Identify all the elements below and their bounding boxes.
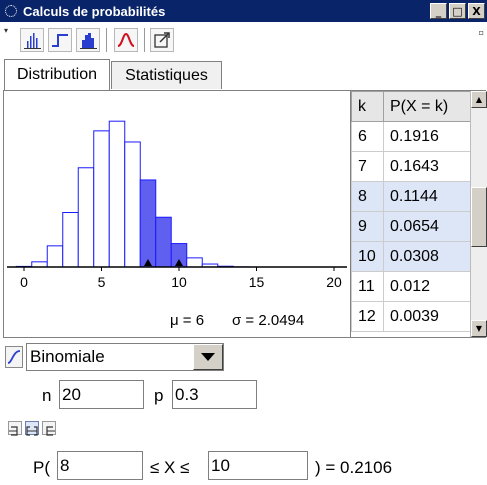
bar-k-4 (77, 167, 95, 268)
step-graph-icon (52, 34, 68, 47)
normal-overlay-icon (117, 32, 135, 47)
n-label: n (42, 386, 52, 405)
cell-k: 12 (351, 301, 384, 332)
table-row[interactable]: 6 0.1916 (351, 121, 470, 152)
bar-graph-icon (24, 33, 41, 49)
bar-k-8 (139, 179, 157, 268)
right-sided-mode-icon (46, 426, 55, 436)
parameter-panel: Binomiale n 20 p 0.3 P( 8 ≤ X ≤ 10 ) = 0… (0, 338, 487, 485)
x-tick-label: 10 (171, 274, 187, 290)
column-header-k: k (351, 91, 384, 122)
cell-k: 11 (351, 271, 384, 302)
histogram-icon (80, 33, 97, 49)
bar-k-2 (46, 245, 64, 268)
distribution-chart[interactable]: 0 5 10 15 20 μ = 6 σ = 2.0494 (4, 91, 349, 337)
cell-probability: 0.0039 (383, 301, 470, 332)
std-dev-label: σ = 2.0494 (232, 312, 304, 329)
probability-table-container: k P(X = k) 6 0.1916 7 0.1643 8 0.1144 9 0.0654 1… (350, 91, 470, 337)
cell-probability: 0.0654 (383, 211, 470, 242)
table-row[interactable]: 10 0.0308 (351, 241, 470, 272)
mean-label: μ = 6 (170, 312, 204, 329)
bar-k-11 (186, 257, 203, 268)
toolbar-separator (144, 28, 145, 52)
distribution-panel: 0 5 10 15 20 μ = 6 σ = 2.0494 k P(X = k) 6 0.19… (3, 90, 487, 338)
bar-k-9 (155, 216, 172, 268)
cell-probability: 0.1916 (383, 121, 470, 152)
scroll-thumb[interactable] (471, 187, 487, 247)
cumulative-curve-icon (7, 350, 21, 364)
histogram-button[interactable] (76, 28, 100, 52)
export-icon (154, 32, 170, 48)
bar-k-6 (108, 120, 126, 268)
cell-probability: 0.012 (383, 271, 470, 302)
cell-k: 9 (351, 211, 384, 242)
p-label: p (154, 386, 164, 405)
app-icon (5, 5, 17, 17)
step-graph-button[interactable] (48, 28, 72, 52)
cell-probability: 0.1643 (383, 151, 470, 182)
cell-k: 7 (351, 151, 384, 182)
window-buttons: _ □ X (430, 3, 485, 19)
scroll-down-icon[interactable]: ▼ (471, 320, 487, 337)
upper-bound-input[interactable]: 10 (208, 451, 308, 480)
inequality-label: ≤ X ≤ (150, 458, 190, 477)
x-tick-label: 20 (326, 274, 342, 290)
toolbar-menu-icon[interactable]: ▾ (4, 26, 8, 35)
export-button[interactable] (150, 28, 174, 52)
table-row[interactable]: 12 0.0039 (351, 301, 470, 332)
maximize-button[interactable]: □ (449, 3, 466, 19)
x-tick-label: 15 (249, 274, 265, 290)
probability-prefix: P( (33, 458, 50, 477)
interval-mode-icon (26, 426, 38, 436)
scroll-up-icon[interactable]: ▲ (471, 91, 487, 108)
chevron-down-icon (201, 352, 215, 361)
bar-k-7 (124, 141, 141, 268)
table-scrollbar[interactable]: ▲ ▼ (470, 91, 487, 337)
cell-k: 10 (351, 241, 384, 272)
close-button[interactable]: X (468, 3, 485, 19)
dropdown-button[interactable] (193, 344, 223, 370)
distribution-select-value: Binomiale (30, 347, 105, 366)
tab-statistiques[interactable]: Statistiques (111, 61, 222, 89)
x-tick-label: 0 (20, 274, 28, 290)
tab-bar: Distribution Statistiques (0, 56, 487, 90)
toolbar: ▾ ▫ (0, 22, 487, 56)
window-title: Calculs de probabilités (23, 3, 166, 19)
bar-k-3 (62, 212, 79, 268)
cell-probability: 0.0308 (383, 241, 470, 272)
normal-overlay-button[interactable] (114, 28, 138, 52)
title-bar: Calculs de probabilités _ □ X (0, 0, 487, 22)
right-sided-button[interactable] (42, 421, 56, 436)
table-row[interactable]: 7 0.1643 (351, 151, 470, 182)
left-sided-mode-icon (9, 426, 18, 436)
x-tick-label: 5 (98, 274, 106, 290)
toolbar-separator (106, 28, 107, 52)
distribution-select[interactable]: Binomiale (26, 343, 224, 371)
bar-graph-button[interactable] (20, 28, 44, 52)
interval-button[interactable] (25, 421, 39, 436)
cell-k: 6 (351, 121, 384, 152)
left-sided-button[interactable] (8, 421, 22, 436)
undock-icon[interactable]: ▫ (479, 28, 484, 37)
p-input[interactable]: 0.3 (172, 380, 257, 409)
table-row[interactable]: 8 0.1144 (351, 181, 470, 212)
bar-k-5 (93, 130, 110, 268)
probability-table: k P(X = k) 6 0.1916 7 0.1643 8 0.1144 9 0.0654 1… (351, 91, 470, 332)
bar-k-1 (31, 261, 48, 268)
cell-k: 8 (351, 181, 384, 212)
cumulative-toggle-button[interactable] (5, 346, 23, 368)
probability-result: ) = 0.2106 (315, 458, 393, 477)
lower-bound-input[interactable]: 8 (57, 451, 143, 480)
minimize-button[interactable]: _ (430, 3, 447, 19)
n-input[interactable]: 20 (59, 380, 144, 409)
table-row[interactable]: 9 0.0654 (351, 211, 470, 242)
table-row[interactable]: 11 0.012 (351, 271, 470, 302)
column-header-probability: P(X = k) (383, 91, 470, 122)
cell-probability: 0.1144 (383, 181, 470, 212)
tab-distribution[interactable]: Distribution (4, 59, 110, 90)
